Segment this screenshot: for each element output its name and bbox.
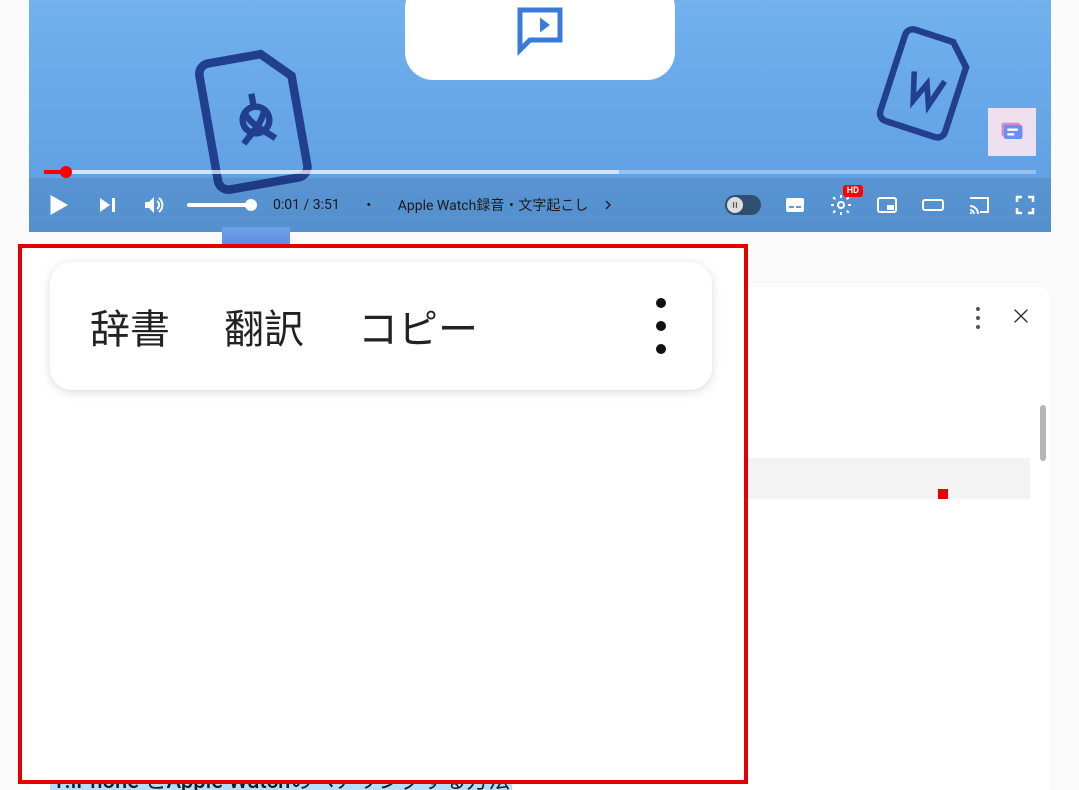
miniplayer-icon <box>875 193 899 217</box>
pause-icon <box>730 200 740 210</box>
chapter-title[interactable]: Apple Watch録音・文字起こし <box>398 195 589 215</box>
cast-icon <box>967 193 991 217</box>
hd-badge: HD <box>843 185 863 197</box>
subtitles-icon <box>783 193 807 217</box>
current-time: 0:01 <box>273 197 300 213</box>
player-controls: 0:01 / 3:51 ・ Apple Watch録音・文字起こし <box>29 178 1051 232</box>
time-display: 0:01 / 3:51 <box>273 197 340 213</box>
seek-bar-thumb[interactable] <box>60 166 72 178</box>
decorative-square <box>938 489 948 499</box>
next-button[interactable] <box>95 193 119 217</box>
fullscreen-button[interactable] <box>1013 193 1037 217</box>
fullscreen-icon <box>1013 193 1037 217</box>
chevron-right-icon <box>600 197 616 213</box>
context-menu-translate[interactable]: 翻訳 <box>224 297 304 355</box>
theater-button[interactable] <box>921 193 945 217</box>
highlight-annotation-box: 辞書 翻訳 コピー <box>18 244 748 784</box>
context-menu-more-button[interactable] <box>656 298 672 354</box>
volume-slider[interactable] <box>187 203 251 207</box>
theater-icon <box>921 193 945 217</box>
volume-thumb[interactable] <box>245 199 257 211</box>
autoplay-toggle[interactable] <box>725 195 761 215</box>
play-icon <box>43 190 73 220</box>
cast-button[interactable] <box>967 193 991 217</box>
channel-watermark[interactable] <box>988 108 1036 156</box>
context-menu-dictionary[interactable]: 辞書 <box>90 297 170 355</box>
context-menu-copy[interactable]: コピー <box>358 297 478 355</box>
video-player[interactable]: 0:01 / 3:51 ・ Apple Watch録音・文字起こし <box>29 0 1051 232</box>
chapter-separator: ・ <box>362 195 376 215</box>
settings-button[interactable]: HD <box>829 193 853 217</box>
chat-icon <box>510 0 570 60</box>
subtitles-button[interactable] <box>783 193 807 217</box>
document-w-icon <box>858 14 995 154</box>
play-button[interactable] <box>43 190 73 220</box>
text-selection-context-menu: 辞書 翻訳 コピー <box>50 262 712 390</box>
seek-bar[interactable] <box>44 168 1036 176</box>
transcript-close-button[interactable] <box>1010 305 1032 331</box>
volume-icon <box>141 193 165 217</box>
next-icon <box>95 193 119 217</box>
chapter-next-button[interactable] <box>596 193 620 217</box>
miniplayer-button[interactable] <box>875 193 899 217</box>
volume-button[interactable] <box>141 193 165 217</box>
duration: 3:51 <box>313 197 340 213</box>
video-content-app-icon <box>405 0 675 80</box>
transcript-scrollbar[interactable] <box>1040 405 1046 461</box>
chat-watermark-icon <box>998 118 1026 146</box>
transcript-more-button[interactable] <box>976 307 980 329</box>
close-icon <box>1010 305 1032 327</box>
